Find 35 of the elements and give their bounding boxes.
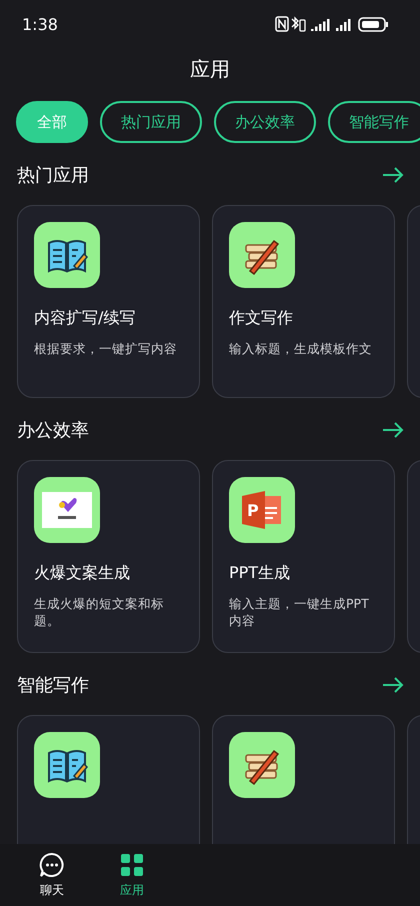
nfc-icon — [275, 16, 289, 32]
arrow-right-icon[interactable] — [382, 167, 404, 183]
arrow-right-icon[interactable] — [382, 422, 404, 438]
presentation-icon — [242, 491, 281, 529]
category-tab[interactable]: 热门应用 — [100, 101, 202, 143]
signal-icon — [336, 19, 350, 31]
app-card[interactable]: P PPT生成 输入主题，一键生成PPT内容 — [212, 460, 395, 653]
arrow-right-icon[interactable] — [382, 677, 404, 693]
chat-icon — [39, 852, 65, 878]
app-card[interactable]: 内容扩写/续写 根据要求，一键扩写内容 — [17, 205, 200, 398]
app-description: 输入主题，一键生成PPT内容 — [229, 596, 370, 630]
logo-icon — [42, 492, 92, 528]
page-title: 应用 — [190, 56, 230, 83]
app-name: 火爆文案生成 — [34, 563, 131, 584]
nav-tab[interactable]: 应用 — [92, 844, 172, 906]
section-title: 智能写作 — [17, 674, 89, 697]
status-time: 1:38 — [22, 14, 58, 34]
category-tab[interactable]: 办公效率 — [214, 101, 316, 143]
grid-icon — [119, 852, 145, 878]
signal-icon — [311, 19, 330, 31]
app-description: 根据要求，一键扩写内容 — [34, 341, 178, 358]
section-title: 热门应用 — [17, 164, 89, 187]
category-tab[interactable]: 智能写作 — [328, 101, 420, 143]
section-title: 办公效率 — [17, 419, 89, 442]
app-card[interactable]: 作文写作 输入标题，生成模板作文 — [212, 205, 395, 398]
bluetooth-icon — [292, 16, 306, 32]
nav-tab[interactable]: 聊天 — [12, 844, 92, 906]
battery-icon — [358, 17, 388, 32]
icon-letter: P — [247, 501, 259, 520]
app-name: PPT生成 — [229, 563, 292, 584]
app-description: 生成火爆的短文案和标题。 — [34, 596, 165, 630]
app-name: 内容扩写/续写 — [34, 308, 136, 329]
app-card[interactable]: 火爆文案生成 生成火爆的短文案和标题。 — [17, 460, 200, 653]
app-name: 作文写作 — [229, 308, 294, 329]
app-description: 输入标题，生成模板作文 — [229, 341, 373, 358]
